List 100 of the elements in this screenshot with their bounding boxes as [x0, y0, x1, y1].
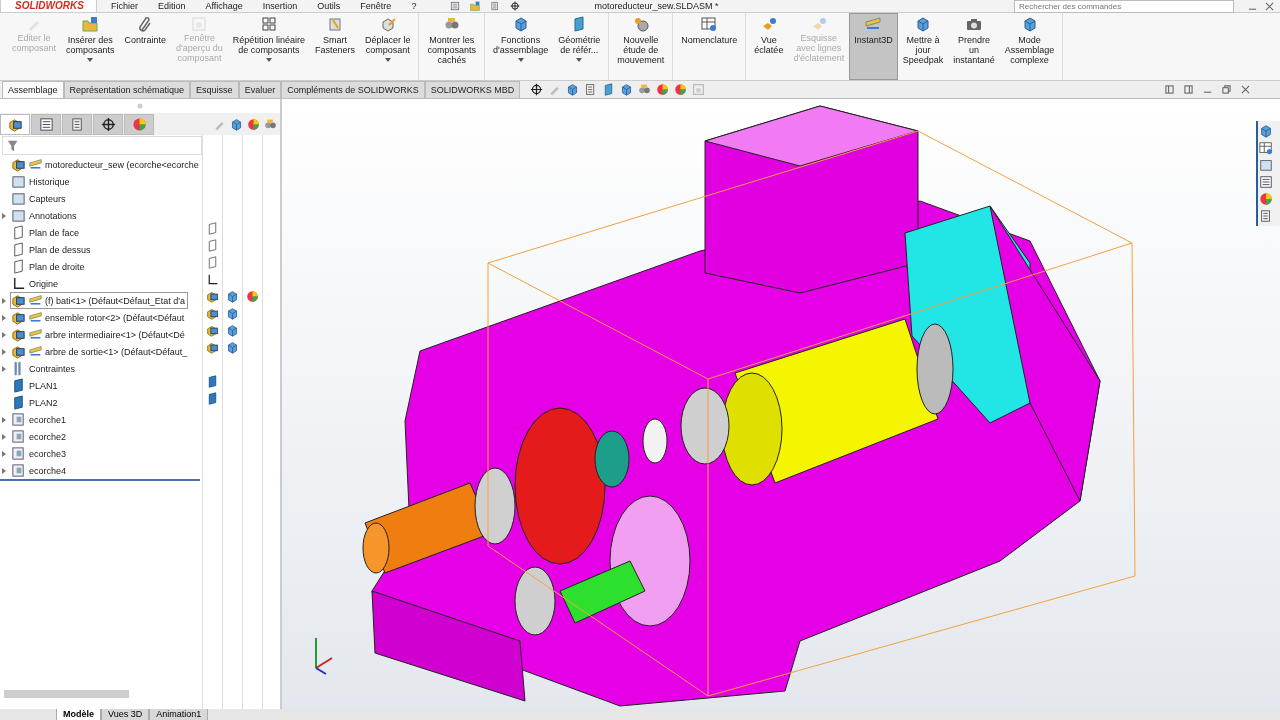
close-button[interactable] — [1241, 85, 1250, 94]
menu-item[interactable]: Affichage — [205, 1, 243, 11]
caret-icon[interactable] — [576, 58, 583, 62]
cube-icon — [512, 16, 529, 32]
color-ball-icon — [674, 83, 688, 96]
ribbon-button[interactable]: Instant3D — [849, 13, 898, 80]
folder-icon — [11, 191, 26, 206]
expand-arrow-icon[interactable] — [2, 212, 6, 219]
restore-button[interactable] — [1222, 85, 1231, 94]
color-ball-icon — [1259, 192, 1273, 206]
crosshair-icon — [100, 116, 116, 132]
menu-item[interactable]: Fenêtre — [360, 1, 392, 11]
ribbon-button[interactable]: Insérer des composants — [61, 13, 120, 80]
menu-item[interactable]: ? — [411, 1, 417, 11]
tree-item[interactable]: ecorche2 — [10, 428, 70, 445]
expand-arrow-icon[interactable] — [2, 297, 6, 304]
folder-icon — [82, 16, 99, 32]
axis-triad-icon — [315, 637, 333, 675]
tree-item[interactable]: PLAN1 — [10, 377, 61, 394]
bottom-tab[interactable]: Modèle — [56, 709, 101, 720]
expand-arrow-icon[interactable] — [2, 450, 6, 457]
ribbon-button[interactable]: Smart Fasteners — [309, 13, 360, 80]
plane-icon — [11, 225, 26, 240]
ribbon-tab[interactable]: Assemblage — [2, 81, 64, 98]
menu-item[interactable]: Outils — [317, 1, 341, 11]
tree-item[interactable]: Capteurs — [10, 190, 69, 207]
ribbon-tab[interactable]: Esquisse — [190, 81, 239, 98]
plane-icon — [11, 395, 26, 410]
grid-icon — [260, 16, 277, 32]
close-button[interactable] — [1265, 1, 1274, 11]
panel-tab[interactable] — [93, 113, 123, 135]
ruler-icon — [29, 345, 42, 358]
app-logo[interactable]: SOLIDWORKS — [0, 0, 97, 13]
menu-item[interactable]: Insertion — [262, 1, 298, 11]
search-field[interactable]: Rechercher des commandes — [1014, 0, 1234, 13]
section-view-icon — [11, 446, 26, 461]
bottom-tab[interactable]: Animation1 — [149, 709, 209, 720]
ribbon-button[interactable]: Déplacer le composant — [359, 13, 416, 80]
expand-arrow-icon[interactable] — [2, 467, 6, 474]
ribbon-tab[interactable]: Représentation schématique — [63, 81, 191, 98]
caret-icon[interactable] — [87, 58, 94, 62]
ribbon-button[interactable]: Répétition linéaire de composants — [227, 13, 310, 80]
assembly-icon — [11, 293, 26, 308]
ribbon-button[interactable]: Fonctions d'assemblage — [488, 13, 554, 80]
menu-item[interactable]: Edition — [157, 1, 186, 11]
ribbon-tab[interactable]: SOLIDWORKS MBD — [424, 81, 521, 98]
expand-arrow-icon[interactable] — [2, 433, 6, 440]
caret-icon[interactable] — [384, 58, 391, 62]
tree-item[interactable]: ensemble rotor<2> (Défaut<Défaut — [10, 309, 188, 326]
ribbon-button[interactable]: Montrer les composants cachés — [422, 13, 481, 80]
crosshair-icon — [510, 1, 521, 11]
assembly-icon — [205, 290, 219, 303]
tree-item[interactable]: arbre intermediaire<1> (Défaut<Dé — [10, 326, 188, 343]
cube-icon — [225, 341, 239, 354]
tile-left-button[interactable] — [1165, 85, 1174, 94]
ribbon-button[interactable]: Nouvelle étude de mouvement — [612, 13, 670, 80]
tree-item[interactable]: Origine — [10, 275, 61, 292]
list-icon — [1259, 175, 1273, 189]
tree-item[interactable]: PLAN2 — [10, 394, 61, 411]
tree-item[interactable]: ecorche1 — [10, 411, 70, 428]
tree-item[interactable]: ecorche4 — [10, 462, 70, 479]
tree-item[interactable]: Plan de droite — [10, 258, 88, 275]
color-ball-icon — [245, 290, 259, 303]
ribbon-button[interactable]: Mode Assemblage complexe — [999, 13, 1060, 80]
cube-icon — [566, 83, 580, 96]
ribbon-button[interactable]: Mettre à jour Speedpak — [897, 13, 949, 80]
tree-item[interactable]: Plan de dessus — [10, 241, 94, 258]
tree-item[interactable]: Contraintes — [10, 360, 79, 377]
caret-icon[interactable] — [265, 58, 272, 62]
color-ball-icon — [247, 117, 260, 131]
expand-arrow-icon[interactable] — [2, 314, 6, 321]
expand-arrow-icon[interactable] — [2, 331, 6, 338]
section-view-icon — [11, 429, 26, 444]
expand-arrow-icon[interactable] — [2, 348, 6, 355]
menu-item[interactable]: Fichier — [110, 1, 138, 11]
bottom-tab[interactable]: Vues 3D — [101, 709, 150, 720]
tree-item[interactable]: Historique — [10, 173, 73, 190]
tree-item[interactable]: motoreducteur_sew (ecorche<ecorche — [10, 156, 202, 173]
grip-handle-icon[interactable] — [137, 103, 143, 109]
tree-item[interactable]: ecorche3 — [10, 445, 70, 462]
tree-item[interactable]: (f) bati<1> (Défaut<Défaut_Etat d'a — [10, 292, 189, 309]
ribbon-button[interactable]: Vue éclatée — [749, 13, 789, 80]
plane-icon — [11, 242, 26, 257]
tree-item[interactable]: arbre de sortie<1> (Défaut<Défaut_ — [10, 343, 191, 360]
plane-icon — [11, 378, 26, 393]
ribbon-button[interactable]: Géométrie de référ... — [553, 13, 606, 80]
tree-item[interactable]: Plan de face — [10, 224, 83, 241]
cube-icon — [1259, 124, 1273, 138]
cube-icon — [225, 290, 239, 303]
expand-arrow-icon[interactable] — [2, 365, 6, 372]
tile-right-button[interactable] — [1184, 85, 1193, 94]
expand-arrow-icon[interactable] — [2, 416, 6, 423]
ribbon-button[interactable]: Prendre un instantané — [948, 13, 1000, 80]
panel-tab[interactable] — [0, 113, 30, 135]
caret-icon[interactable] — [517, 58, 524, 62]
ribbon-button[interactable]: Nomenclature — [676, 13, 743, 80]
ribbon-button[interactable]: Contrainte — [119, 13, 172, 80]
tree-item[interactable]: Annotations — [10, 207, 80, 224]
ribbon-tab[interactable]: Evaluer — [238, 81, 282, 98]
ribbon-tab[interactable]: Compléments de SOLIDWORKS — [281, 81, 425, 98]
